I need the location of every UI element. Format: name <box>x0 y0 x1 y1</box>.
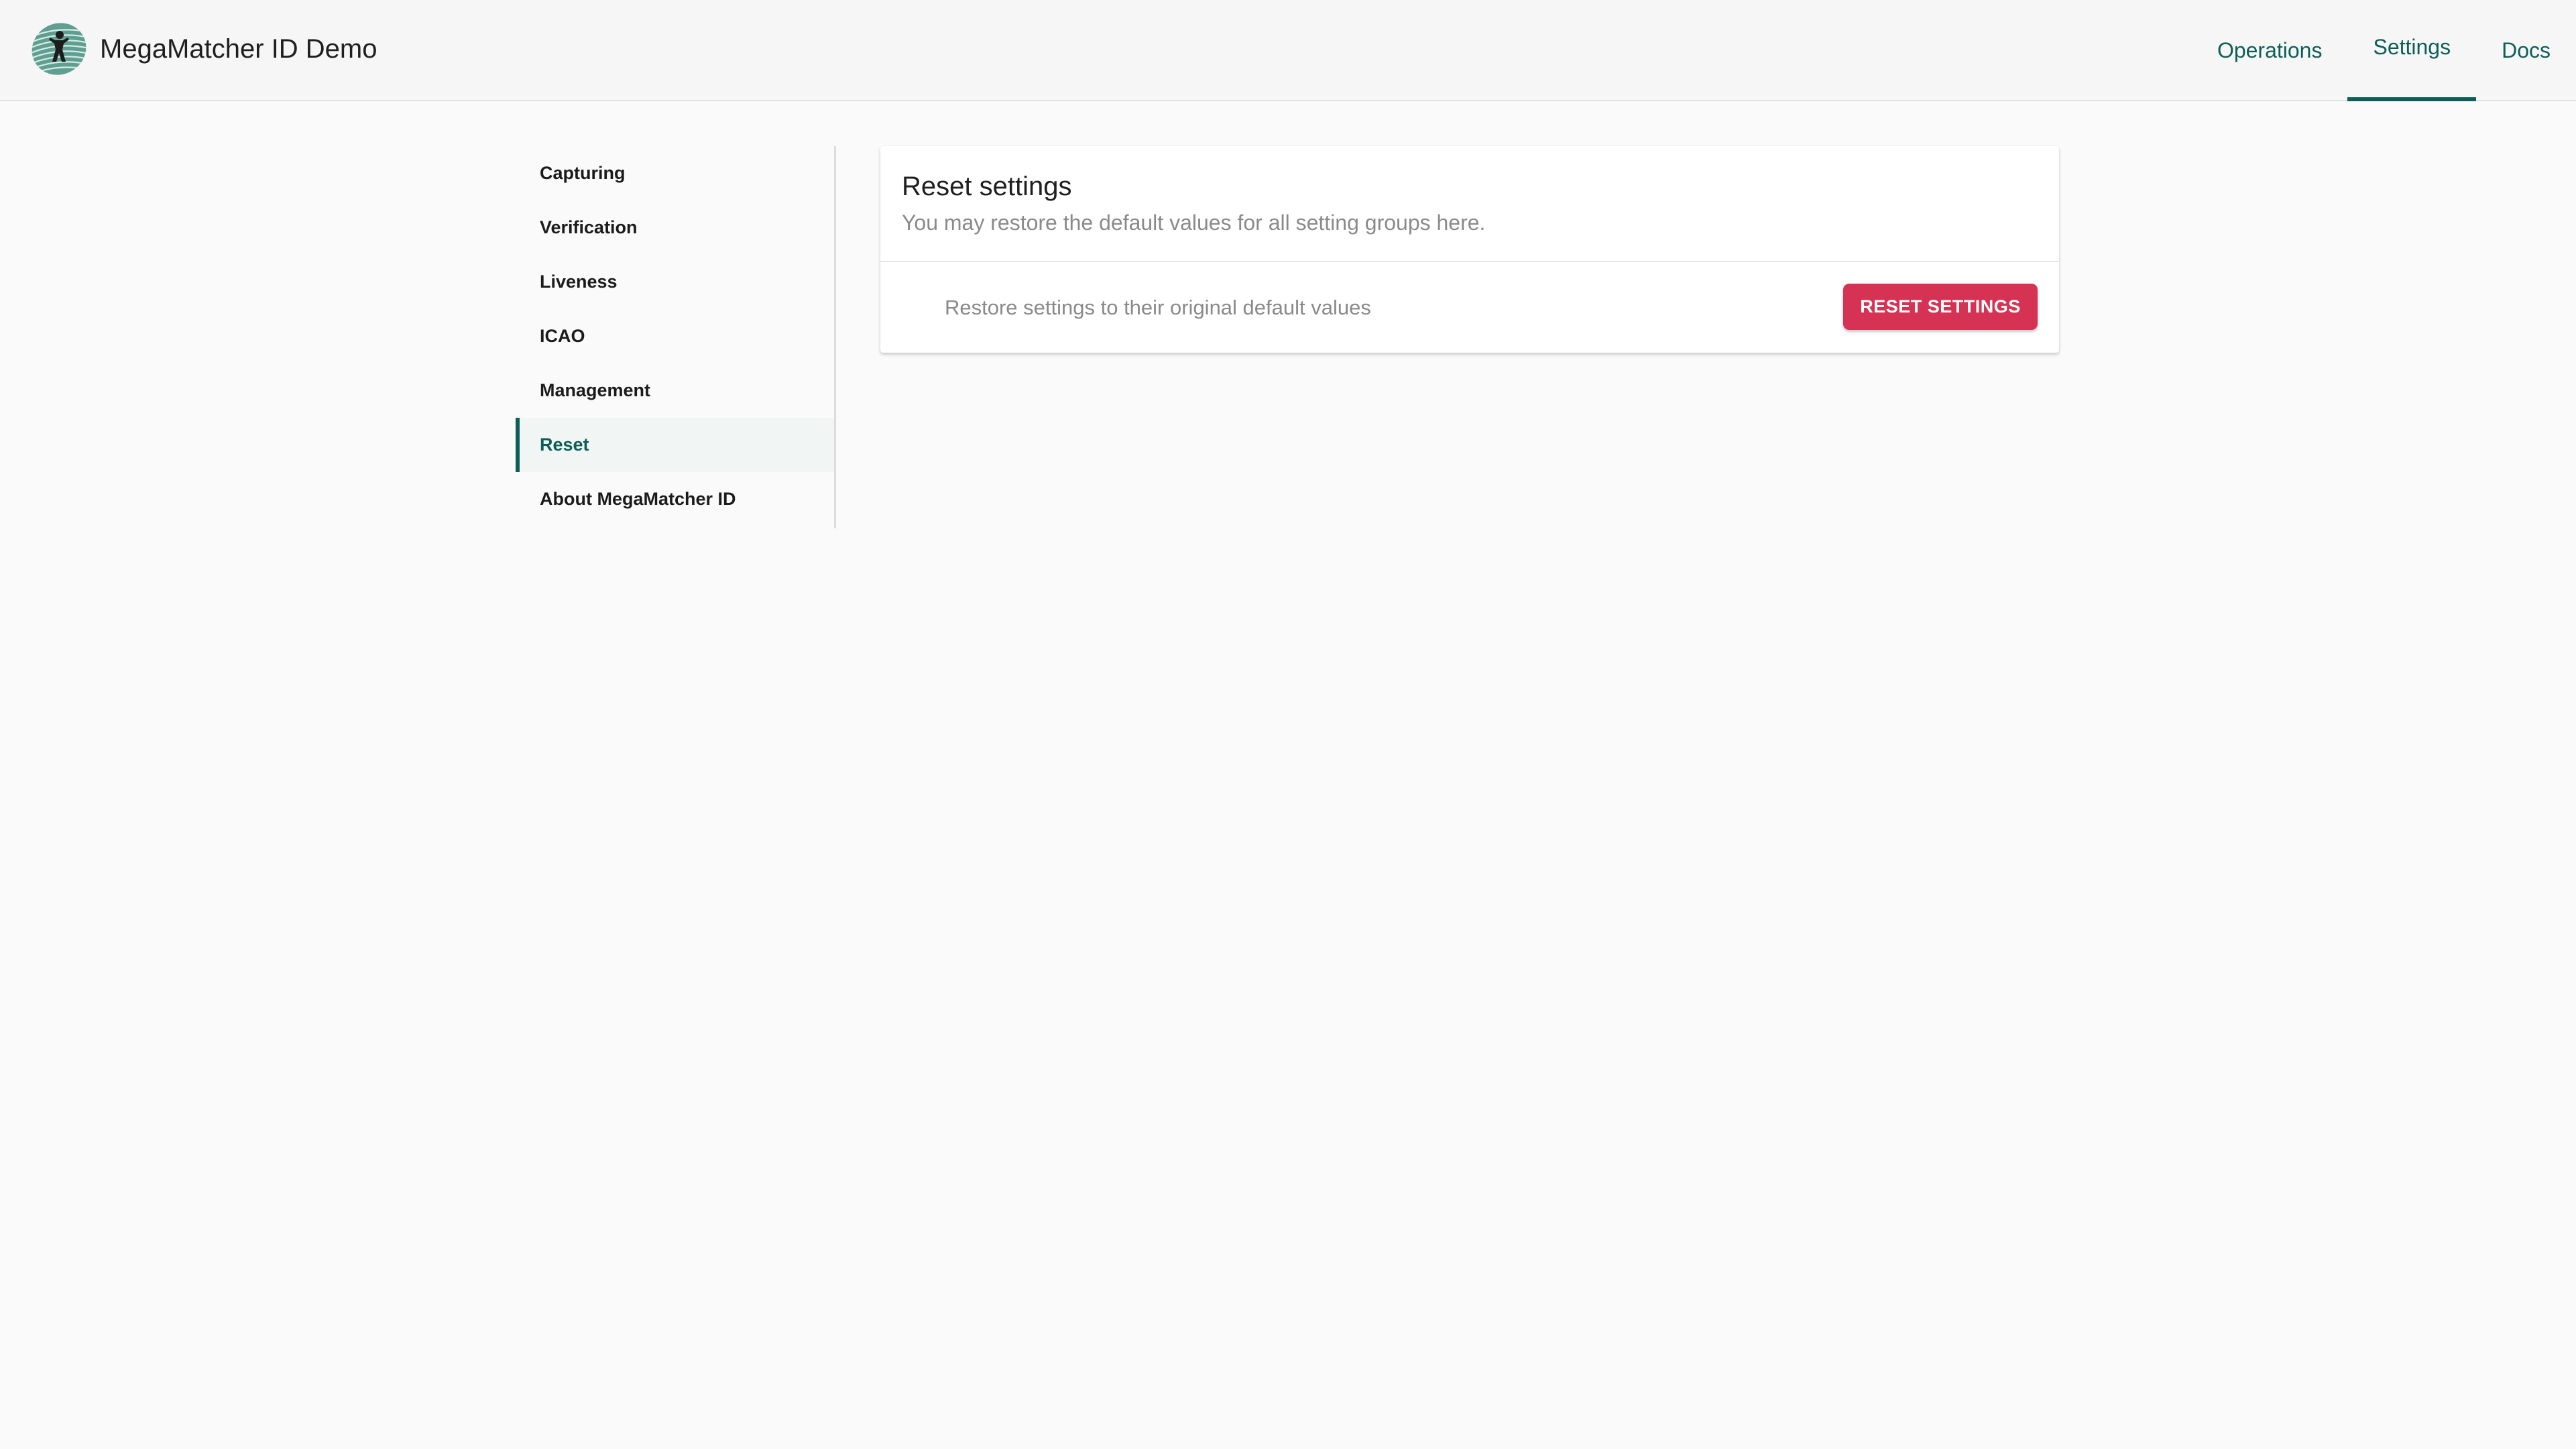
sidebar-item-icao[interactable]: ICAO <box>516 309 834 363</box>
reset-row: Restore settings to their original defau… <box>880 262 2059 353</box>
settings-sidebar: Capturing Verification Liveness ICAO Man… <box>516 146 836 528</box>
sidebar-item-label: Liveness <box>540 272 618 292</box>
nav-tab-operations[interactable]: Operations <box>2192 0 2348 101</box>
sidebar-item-reset[interactable]: Reset <box>516 418 834 472</box>
top-app-bar: MegaMatcher ID Demo Operations Settings … <box>0 0 2576 101</box>
nav-tab-label: Docs <box>2502 38 2551 62</box>
reset-settings-card: Reset settings You may restore the defau… <box>880 146 2059 353</box>
sidebar-item-label: Management <box>540 380 651 400</box>
nav-tab-label: Settings <box>2373 35 2451 59</box>
nav-tab-settings[interactable]: Settings <box>2347 0 2476 101</box>
nav-tab-docs[interactable]: Docs <box>2476 0 2576 101</box>
reset-settings-button[interactable]: RESET SETTINGS <box>1843 284 2038 330</box>
sidebar-item-capturing[interactable]: Capturing <box>516 146 834 200</box>
reset-row-label: Restore settings to their original defau… <box>945 295 1371 319</box>
sidebar-item-liveness[interactable]: Liveness <box>516 255 834 309</box>
sidebar-item-label: Verification <box>540 217 638 237</box>
brand[interactable]: MegaMatcher ID Demo <box>30 20 377 78</box>
card-subtitle: You may restore the default values for a… <box>902 211 1486 235</box>
sidebar-item-about[interactable]: About MegaMatcher ID <box>516 472 834 526</box>
nav-tab-label: Operations <box>2217 38 2323 62</box>
main-nav: Operations Settings Docs <box>2192 0 2576 101</box>
sidebar-item-label: Reset <box>540 434 589 455</box>
card-header: Reset settings You may restore the defau… <box>880 146 2059 262</box>
sidebar-item-verification[interactable]: Verification <box>516 200 834 255</box>
sidebar-item-label: About MegaMatcher ID <box>540 489 736 509</box>
card-title: Reset settings <box>902 172 1072 201</box>
sidebar-item-management[interactable]: Management <box>516 363 834 418</box>
app-title: MegaMatcher ID Demo <box>100 34 377 64</box>
sidebar-item-label: ICAO <box>540 326 585 346</box>
sidebar-item-label: Capturing <box>540 163 626 183</box>
fingerprint-person-logo <box>30 23 88 78</box>
